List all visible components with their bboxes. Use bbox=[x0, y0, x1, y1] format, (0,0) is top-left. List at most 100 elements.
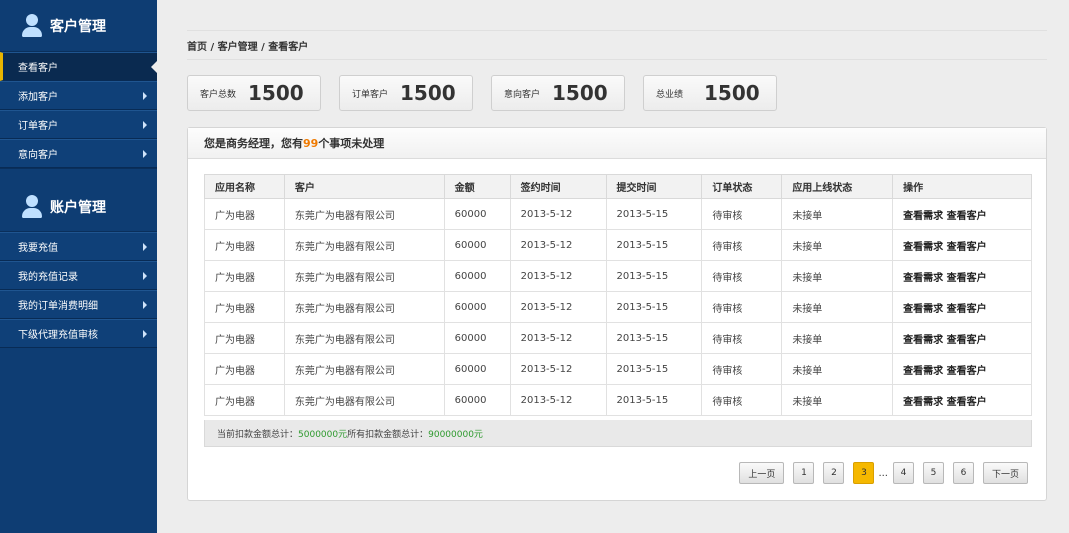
page-button-1[interactable]: 1 bbox=[793, 462, 815, 484]
table-cell: 东莞广为电器有限公司 bbox=[283, 353, 445, 385]
row-actions[interactable]: 查看需求 查看客户 bbox=[892, 260, 1032, 292]
column-header: 签约时间 bbox=[509, 174, 607, 199]
prev-page-button[interactable]: 上一页 bbox=[739, 462, 785, 484]
table-cell: 未接单 bbox=[781, 198, 894, 230]
column-header: 应用名称 bbox=[204, 174, 285, 199]
table-cell: 未接单 bbox=[781, 353, 894, 385]
table-cell: 未接单 bbox=[781, 291, 894, 323]
table-cell: 2013-5-15 bbox=[605, 198, 703, 230]
chevron-right-icon bbox=[143, 271, 147, 280]
sidebar-item-order-customers[interactable]: 订单客户 bbox=[0, 110, 157, 139]
sidebar-item-label: 添加客户 bbox=[18, 92, 58, 103]
sidebar-item-label: 意向客户 bbox=[18, 150, 58, 161]
table-cell: 待审核 bbox=[701, 384, 783, 416]
sidebar-item-label: 订单客户 bbox=[18, 121, 58, 132]
sidebar-item-label: 下级代理充值审核 bbox=[18, 330, 98, 341]
table-cell: 未接单 bbox=[781, 260, 894, 292]
sidebar-item-label: 我要充值 bbox=[18, 243, 58, 254]
user-icon bbox=[22, 13, 42, 38]
table-cell: 东莞广为电器有限公司 bbox=[283, 291, 445, 323]
sidebar-item-recharge[interactable]: 我要充值 bbox=[0, 232, 157, 261]
stat-card: 意向客户 1500 bbox=[491, 75, 625, 111]
column-header: 金额 bbox=[443, 174, 511, 199]
table-header-row: 应用名称 客户 金额 签约时间 提交时间 订单状态 应用上线状态 操作 bbox=[204, 174, 1032, 199]
orders-table: 应用名称 客户 金额 签约时间 提交时间 订单状态 应用上线状态 操作 广为电器… bbox=[204, 174, 1032, 416]
table-row: 广为电器 东莞广为电器有限公司 60000 2013-5-12 2013-5-15 待审核… bbox=[204, 353, 1032, 385]
user-icon bbox=[22, 195, 42, 219]
table-cell: 广为电器 bbox=[204, 353, 285, 385]
chevron-right-icon bbox=[143, 149, 147, 158]
page-button-4[interactable]: 4 bbox=[892, 462, 914, 484]
table-cell: 广为电器 bbox=[204, 322, 285, 354]
stat-card: 总业绩 1500 bbox=[643, 75, 777, 111]
table-cell: 2013-5-15 bbox=[605, 384, 703, 416]
panel-title: 您是商务经理，您有 99 个事项未处理 bbox=[188, 128, 1046, 159]
table-cell: 东莞广为电器有限公司 bbox=[283, 384, 445, 416]
sidebar-item-add-customer[interactable]: 添加客户 bbox=[0, 81, 157, 110]
page-button-3-current[interactable]: 3 bbox=[853, 462, 875, 484]
table-row: 广为电器 东莞广为电器有限公司 60000 2013-5-12 2013-5-15 待审核… bbox=[204, 291, 1032, 323]
sidebar-item-recharge-records[interactable]: 我的充值记录 bbox=[0, 261, 157, 290]
table-cell: 2013-5-15 bbox=[605, 260, 703, 292]
table-cell: 60000 bbox=[443, 229, 511, 261]
row-actions[interactable]: 查看需求 查看客户 bbox=[892, 198, 1032, 230]
table-row: 广为电器 东莞广为电器有限公司 60000 2013-5-12 2013-5-15 待审核… bbox=[204, 322, 1032, 354]
chevron-right-icon bbox=[143, 242, 147, 251]
table-cell: 广为电器 bbox=[204, 384, 285, 416]
column-header: 操作 bbox=[892, 174, 1032, 199]
stat-value: 1500 bbox=[400, 81, 456, 105]
table-cell: 60000 bbox=[443, 260, 511, 292]
chevron-right-icon bbox=[143, 120, 147, 129]
summary-label: 所有扣款金额总计： bbox=[347, 429, 429, 440]
table-cell: 未接单 bbox=[781, 322, 894, 354]
table-cell: 东莞广为电器有限公司 bbox=[283, 260, 445, 292]
column-header: 应用上线状态 bbox=[781, 174, 894, 199]
table-cell: 广为电器 bbox=[204, 198, 285, 230]
table-cell: 待审核 bbox=[701, 229, 783, 261]
stat-card: 订单客户 1500 bbox=[339, 75, 473, 111]
column-header: 提交时间 bbox=[605, 174, 703, 199]
column-header: 订单状态 bbox=[701, 174, 783, 199]
panel-title-prefix: 您是商务经理，您有 bbox=[204, 137, 303, 150]
table-cell: 广为电器 bbox=[204, 229, 285, 261]
sidebar-item-order-expense[interactable]: 我的订单消费明细 bbox=[0, 290, 157, 319]
section-title: 账户管理 bbox=[50, 200, 106, 216]
row-actions[interactable]: 查看需求 查看客户 bbox=[892, 291, 1032, 323]
chevron-right-icon bbox=[143, 300, 147, 309]
table-cell: 2013-5-12 bbox=[509, 291, 607, 323]
page-button-6[interactable]: 6 bbox=[952, 462, 974, 484]
orders-panel: 您是商务经理，您有 99 个事项未处理 应用名称 客户 金额 签约时间 提交时间 订… bbox=[187, 127, 1047, 501]
table-cell: 待审核 bbox=[701, 260, 783, 292]
table-cell: 2013-5-15 bbox=[605, 229, 703, 261]
page-button-5[interactable]: 5 bbox=[922, 462, 944, 484]
stat-label: 客户总数 bbox=[200, 89, 237, 100]
page-button-2[interactable]: 2 bbox=[823, 462, 845, 484]
table-cell: 广为电器 bbox=[204, 291, 285, 323]
sidebar: 客户管理 查看客户 添加客户 订单客户 意向客户 账户管理 我要充值 我的充值记… bbox=[0, 0, 157, 533]
deduction-summary: 当前扣款金额总计： 5000000元 所有扣款金额总计： 90000000元 bbox=[204, 420, 1032, 447]
stat-value: 1500 bbox=[248, 81, 304, 105]
table-cell: 待审核 bbox=[701, 353, 783, 385]
table-row: 广为电器 东莞广为电器有限公司 60000 2013-5-12 2013-5-15 待审核… bbox=[204, 260, 1032, 292]
sidebar-item-label: 我的订单消费明细 bbox=[18, 301, 98, 312]
table-cell: 东莞广为电器有限公司 bbox=[283, 229, 445, 261]
sidebar-item-intent-customers[interactable]: 意向客户 bbox=[0, 139, 157, 168]
stat-label: 订单客户 bbox=[352, 89, 389, 100]
stat-value: 1500 bbox=[552, 81, 608, 105]
chevron-right-icon bbox=[143, 329, 147, 338]
row-actions[interactable]: 查看需求 查看客户 bbox=[892, 229, 1032, 261]
row-actions[interactable]: 查看需求 查看客户 bbox=[892, 322, 1032, 354]
table-cell: 2013-5-15 bbox=[605, 291, 703, 323]
table-cell: 60000 bbox=[443, 353, 511, 385]
stat-value: 1500 bbox=[704, 81, 760, 105]
table-cell: 未接单 bbox=[781, 384, 894, 416]
row-actions[interactable]: 查看需求 查看客户 bbox=[892, 353, 1032, 385]
sidebar-item-view-customers[interactable]: 查看客户 bbox=[0, 52, 157, 81]
table-cell: 60000 bbox=[443, 322, 511, 354]
next-page-button[interactable]: 下一页 bbox=[982, 462, 1028, 484]
pagination: 上一页 1 2 3 ... 4 5 6 下一页 bbox=[730, 462, 1028, 484]
row-actions[interactable]: 查看需求 查看客户 bbox=[892, 384, 1032, 416]
table-cell: 2013-5-12 bbox=[509, 322, 607, 354]
table-cell: 未接单 bbox=[781, 229, 894, 261]
sidebar-item-agent-recharge-review[interactable]: 下级代理充值审核 bbox=[0, 319, 157, 348]
